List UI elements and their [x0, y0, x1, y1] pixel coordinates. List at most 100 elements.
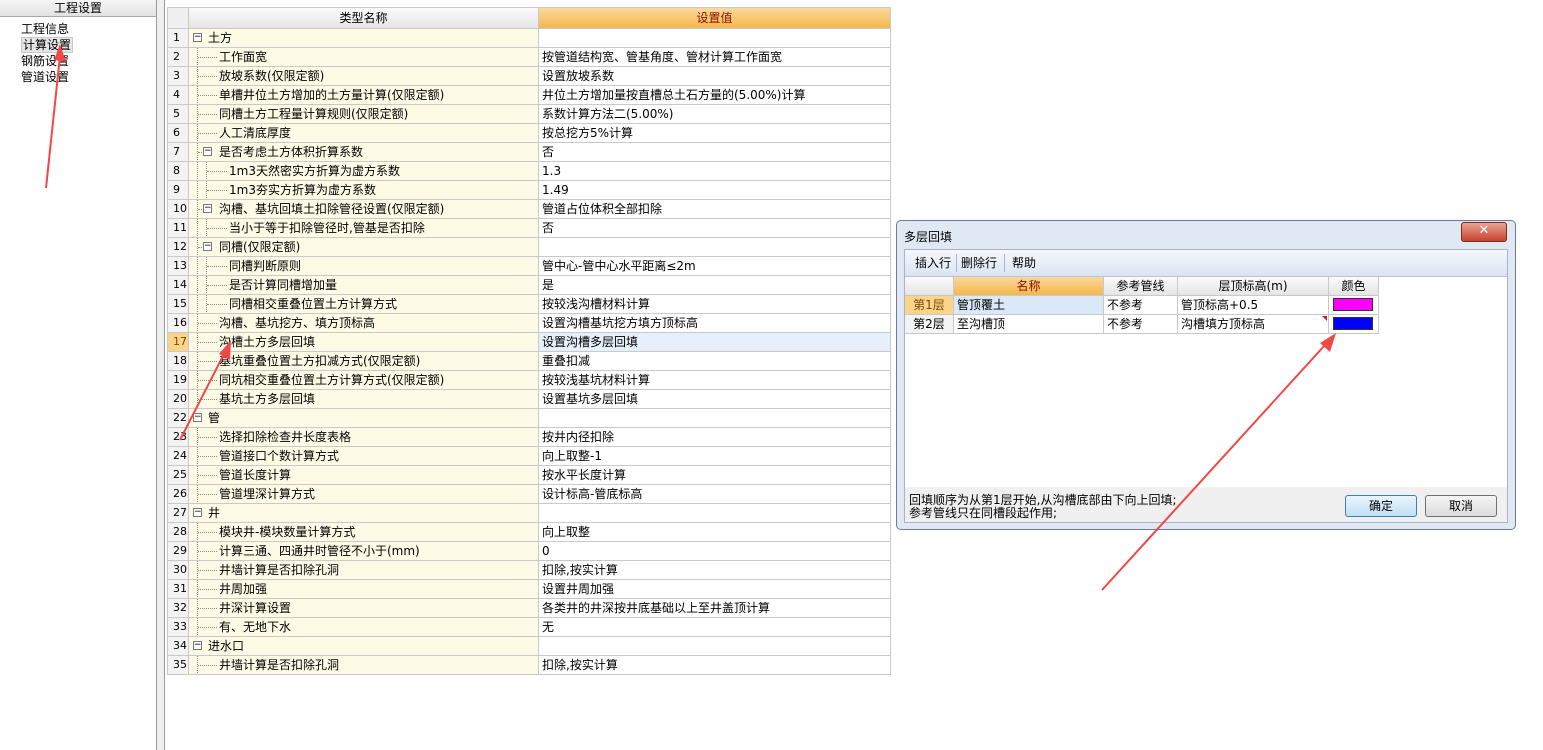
collapse-toggle-icon[interactable]: − [203, 147, 212, 156]
setting-value-cell[interactable]: 否 [539, 219, 891, 238]
setting-value-cell[interactable]: 0 [539, 542, 891, 561]
setting-value-cell[interactable]: 管中心-管中心水平距离≤2m [539, 257, 891, 276]
setting-value-cell[interactable]: 设置沟槽多层回填 [539, 333, 891, 352]
help-button[interactable]: 帮助 [1012, 255, 1036, 271]
type-name-cell[interactable]: 管道接口个数计算方式 [189, 447, 539, 466]
nav-item-calc-settings[interactable]: 计算设置 [0, 37, 156, 53]
type-name-cell[interactable]: 基坑土方多层回填 [189, 390, 539, 409]
table-row[interactable]: 18 基坑重叠位置土方扣减方式(仅限定额) 重叠扣减 [167, 352, 891, 371]
setting-value-cell[interactable]: 按水平长度计算 [539, 466, 891, 485]
table-row[interactable]: 24 管道接口个数计算方式 向上取整-1 [167, 447, 891, 466]
layer-elevation-cell[interactable]: 沟槽填方顶标高 [1178, 315, 1329, 334]
setting-value-cell[interactable] [539, 409, 891, 428]
color-swatch[interactable] [1333, 298, 1373, 311]
table-row[interactable]: 27− 井 [167, 504, 891, 523]
layer-header-name[interactable]: 名称 [954, 277, 1104, 296]
table-row[interactable]: 11 当小于等于扣除管径时,管基是否扣除 否 [167, 219, 891, 238]
ok-button[interactable]: 确定 [1345, 495, 1417, 517]
type-name-cell[interactable]: − 进水口 [189, 637, 539, 656]
type-name-cell[interactable]: 同槽判断原则 [189, 257, 539, 276]
type-name-cell[interactable]: − 管 [189, 409, 539, 428]
layer-row[interactable]: 第2层 至沟槽顶 不参考 沟槽填方顶标高 [905, 315, 1507, 334]
type-name-cell[interactable]: 当小于等于扣除管径时,管基是否扣除 [189, 219, 539, 238]
nav-item-project-info[interactable]: 工程信息 [0, 21, 156, 37]
type-name-cell[interactable]: 井墙计算是否扣除孔洞 [189, 561, 539, 580]
close-button[interactable]: ✕ [1461, 222, 1507, 242]
table-row[interactable]: 34− 进水口 [167, 637, 891, 656]
setting-value-cell[interactable]: 系数计算方法二(5.00%) [539, 105, 891, 124]
table-row[interactable]: 13 同槽判断原则 管中心-管中心水平距离≤2m [167, 257, 891, 276]
type-name-cell[interactable]: 放坡系数(仅限定额) [189, 67, 539, 86]
type-name-cell[interactable]: 选择扣除检查井长度表格 [189, 428, 539, 447]
collapse-toggle-icon[interactable]: − [203, 242, 212, 251]
setting-value-cell[interactable]: 按总挖方5%计算 [539, 124, 891, 143]
type-name-cell[interactable]: 人工清底厚度 [189, 124, 539, 143]
table-row[interactable]: 17 沟槽土方多层回填 设置沟槽多层回填 [167, 333, 891, 352]
layer-row[interactable]: 第1层 管顶覆土 不参考 管顶标高+0.5 [905, 296, 1507, 315]
table-row[interactable]: 2 工作面宽 按管道结构宽、管基角度、管材计算工作面宽 [167, 48, 891, 67]
setting-value-cell[interactable]: 1.3 [539, 162, 891, 181]
insert-row-button[interactable]: 插入行 [915, 255, 951, 271]
type-name-cell[interactable]: 单槽井位土方增加的土方量计算(仅限定额) [189, 86, 539, 105]
table-row[interactable]: 5 同槽土方工程量计算规则(仅限定额) 系数计算方法二(5.00%) [167, 105, 891, 124]
setting-value-cell[interactable]: 按较浅基坑材料计算 [539, 371, 891, 390]
type-name-cell[interactable]: − 同槽(仅限定额) [189, 238, 539, 257]
collapse-toggle-icon[interactable]: − [193, 508, 202, 517]
panel-splitter[interactable] [157, 0, 165, 750]
layer-ref-pipe-cell[interactable]: 不参考 [1104, 296, 1178, 315]
type-name-cell[interactable]: − 是否考虑土方体积折算系数 [189, 143, 539, 162]
type-name-cell[interactable]: 1m3天然密实方折算为虚方系数 [189, 162, 539, 181]
table-row[interactable]: 3 放坡系数(仅限定额) 设置放坡系数 [167, 67, 891, 86]
table-row[interactable]: 22− 管 [167, 409, 891, 428]
table-row[interactable]: 23 选择扣除检查井长度表格 按井内径扣除 [167, 428, 891, 447]
table-row[interactable]: 16 沟槽、基坑挖方、填方顶标高 设置沟槽基坑挖方填方顶标高 [167, 314, 891, 333]
delete-row-button[interactable]: 删除行 [961, 255, 997, 271]
table-row[interactable]: 6 人工清底厚度 按总挖方5%计算 [167, 124, 891, 143]
layer-name-cell[interactable]: 管顶覆土 [954, 296, 1104, 315]
setting-value-cell[interactable]: 设计标高-管底标高 [539, 485, 891, 504]
setting-value-cell[interactable]: 井位土方增加量按直槽总土石方量的(5.00%)计算 [539, 86, 891, 105]
type-name-cell[interactable]: 井周加强 [189, 580, 539, 599]
setting-value-cell[interactable]: 重叠扣减 [539, 352, 891, 371]
layer-ref-pipe-cell[interactable]: 不参考 [1104, 315, 1178, 334]
nav-item-rebar-settings[interactable]: 钢筋设置 [0, 53, 156, 69]
type-name-cell[interactable]: 管道埋深计算方式 [189, 485, 539, 504]
setting-value-cell[interactable] [539, 637, 891, 656]
table-row[interactable]: 10− 沟槽、基坑回填土扣除管径设置(仅限定额) 管道占位体积全部扣除 [167, 200, 891, 219]
type-name-cell[interactable]: 同槽土方工程量计算规则(仅限定额) [189, 105, 539, 124]
type-name-cell[interactable]: 是否计算同槽增加量 [189, 276, 539, 295]
table-row[interactable]: 31 井周加强 设置井周加强 [167, 580, 891, 599]
table-row[interactable]: 26 管道埋深计算方式 设计标高-管底标高 [167, 485, 891, 504]
setting-value-cell[interactable]: 向上取整 [539, 523, 891, 542]
type-name-cell[interactable]: 沟槽、基坑挖方、填方顶标高 [189, 314, 539, 333]
table-row[interactable]: 15 同槽相交重叠位置土方计算方式 按较浅沟槽材料计算 [167, 295, 891, 314]
setting-value-cell[interactable]: 是 [539, 276, 891, 295]
table-row[interactable]: 9 1m3夯实方折算为虚方系数 1.49 [167, 181, 891, 200]
type-name-cell[interactable]: 工作面宽 [189, 48, 539, 67]
table-row[interactable]: 1− 土方 [167, 29, 891, 48]
type-name-cell[interactable]: 井墙计算是否扣除孔洞 [189, 656, 539, 675]
type-name-cell[interactable]: 1m3夯实方折算为虚方系数 [189, 181, 539, 200]
type-name-cell[interactable]: 沟槽土方多层回填 [189, 333, 539, 352]
layer-color-cell[interactable] [1329, 315, 1379, 334]
setting-value-cell[interactable]: 1.49 [539, 181, 891, 200]
setting-value-cell[interactable] [539, 29, 891, 48]
table-row[interactable]: 20 基坑土方多层回填 设置基坑多层回填 [167, 390, 891, 409]
type-name-cell[interactable]: 同坑相交重叠位置土方计算方式(仅限定额) [189, 371, 539, 390]
setting-value-cell[interactable]: 扣除,按实计算 [539, 656, 891, 675]
type-name-cell[interactable]: − 土方 [189, 29, 539, 48]
type-name-cell[interactable]: 同槽相交重叠位置土方计算方式 [189, 295, 539, 314]
setting-value-cell[interactable]: 设置放坡系数 [539, 67, 891, 86]
setting-value-cell[interactable]: 按井内径扣除 [539, 428, 891, 447]
setting-value-cell[interactable] [539, 238, 891, 257]
table-row[interactable]: 8 1m3天然密实方折算为虚方系数 1.3 [167, 162, 891, 181]
setting-value-cell[interactable]: 管道占位体积全部扣除 [539, 200, 891, 219]
nav-item-pipe-settings[interactable]: 管道设置 [0, 69, 156, 85]
layer-header-top-elevation[interactable]: 层顶标高(m) [1178, 277, 1329, 296]
type-name-cell[interactable]: 管道长度计算 [189, 466, 539, 485]
setting-value-cell[interactable]: 按较浅沟槽材料计算 [539, 295, 891, 314]
collapse-toggle-icon[interactable]: − [203, 204, 212, 213]
type-name-cell[interactable]: 井深计算设置 [189, 599, 539, 618]
type-name-cell[interactable]: 有、无地下水 [189, 618, 539, 637]
table-row[interactable]: 35 井墙计算是否扣除孔洞 扣除,按实计算 [167, 656, 891, 675]
